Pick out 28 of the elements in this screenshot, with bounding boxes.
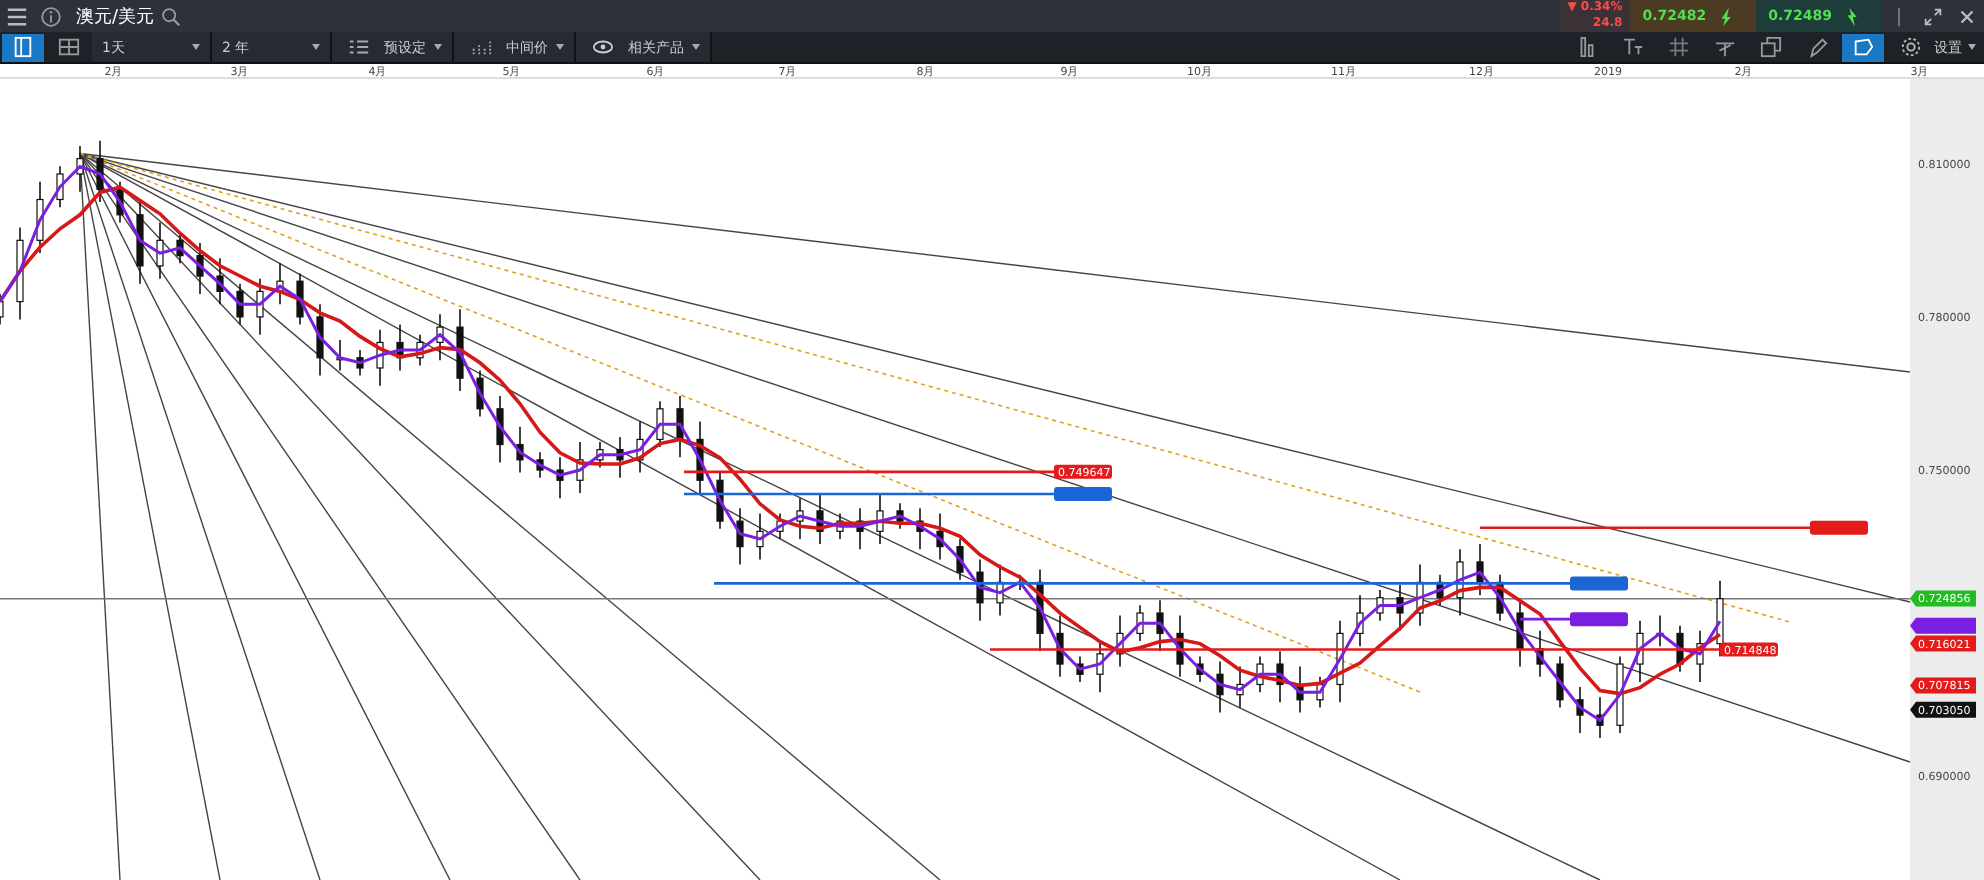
- grid-icon: [58, 36, 80, 58]
- caret-icon: [556, 44, 564, 50]
- level-line: [1520, 617, 1570, 621]
- eye-icon: [592, 36, 614, 58]
- expand-icon[interactable]: [1922, 5, 1944, 27]
- info-icon[interactable]: [40, 5, 62, 27]
- tag-icon: [1852, 36, 1874, 58]
- caret-icon: [434, 44, 442, 50]
- caret-icon: [692, 44, 700, 50]
- draw-tool-icon: [1714, 36, 1736, 58]
- bars-icon: [1576, 36, 1598, 58]
- caret-icon: [192, 44, 200, 50]
- tool-button[interactable]: [1842, 33, 1884, 61]
- copy-icon: [1760, 36, 1782, 58]
- panel-icon: [12, 36, 34, 58]
- list-icon: [348, 36, 370, 58]
- caret-icon: [1968, 44, 1976, 50]
- layout-button[interactable]: [2, 33, 44, 61]
- hash-icon: [1668, 36, 1690, 58]
- text-icon: [1622, 36, 1644, 58]
- instrument-title: 澳元/美元: [76, 5, 155, 29]
- close-icon[interactable]: [1956, 5, 1978, 27]
- pen-icon: [1806, 36, 1828, 58]
- menu-icon[interactable]: [6, 5, 28, 27]
- bars-icon: [470, 36, 492, 58]
- search-icon[interactable]: [160, 5, 183, 27]
- settings-icon: [1900, 36, 1922, 58]
- caret-icon: [312, 44, 320, 50]
